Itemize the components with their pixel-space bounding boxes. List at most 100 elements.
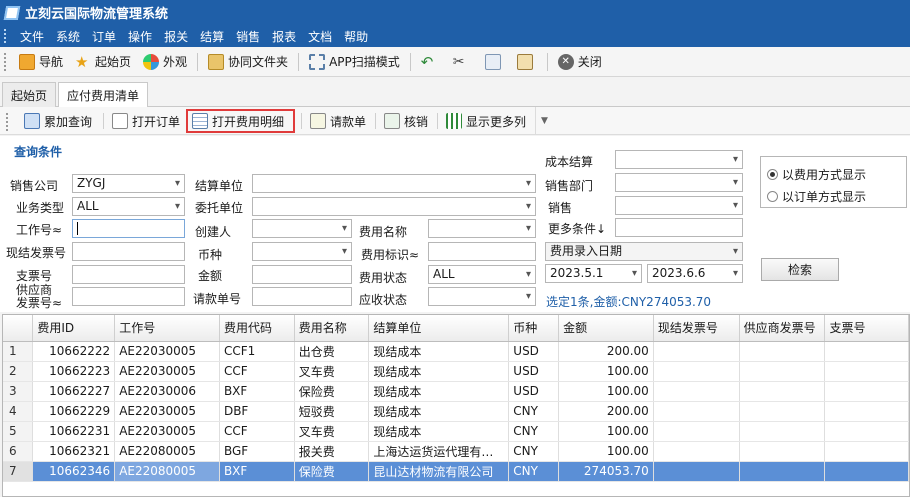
table-row[interactable]: 4 10662229 AE22030005 DBF 短驳费 现结成本 CNY 200.00 (3, 401, 909, 422)
col-cash-invoice[interactable]: 现结发票号 (653, 315, 740, 342)
app-scan-button[interactable]: APP扫描模式 (303, 50, 406, 74)
cell-fee-code[interactable]: BGF (219, 441, 295, 462)
menu-settlement[interactable]: 结算 (194, 28, 230, 45)
cell-job-no[interactable]: AE22080005 (114, 441, 220, 462)
cell-fee-id[interactable]: 10662223 (32, 361, 116, 382)
more-conditions-label[interactable]: 更多条件↓ (548, 220, 606, 237)
col-row-number[interactable] (3, 315, 34, 342)
cell-row-number[interactable]: 2 (3, 361, 34, 382)
settle-unit-select[interactable] (252, 174, 536, 193)
cell-check-no[interactable] (824, 421, 909, 442)
cell-amount[interactable]: 274053.70 (558, 461, 654, 482)
date-type-select[interactable]: 费用录入日期 (545, 242, 743, 261)
cell-settle-unit[interactable]: 现结成本 (368, 361, 510, 382)
radio-by-order[interactable]: 以订单方式显示 (767, 188, 866, 205)
cell-currency[interactable]: CNY (508, 401, 560, 422)
cell-supplier-invoice[interactable] (739, 461, 826, 482)
cell-fee-id[interactable]: 10662222 (32, 341, 116, 362)
cell-supplier-invoice[interactable] (739, 381, 826, 402)
table-row[interactable]: 7 10662346 AE22080005 BXF 保险费 昆山达材物流有限公司 CNY 27… (3, 461, 909, 482)
menu-document[interactable]: 文档 (302, 28, 338, 45)
cell-job-no[interactable]: AE22030006 (114, 381, 220, 402)
cell-row-number[interactable]: 3 (3, 381, 34, 402)
menu-operation[interactable]: 操作 (122, 28, 158, 45)
verify-button[interactable]: 核销 (380, 109, 432, 133)
cell-fee-code[interactable]: CCF (219, 361, 295, 382)
cell-settle-unit[interactable]: 上海达运货运代理有… (368, 441, 510, 462)
cost-settle-select[interactable] (615, 150, 743, 169)
cell-fee-name[interactable]: 叉车费 (294, 421, 370, 442)
cell-settle-unit[interactable]: 现结成本 (368, 381, 510, 402)
sales-company-select[interactable]: ZYGJ (72, 174, 185, 193)
cell-row-number[interactable]: 1 (3, 341, 34, 362)
paste-button[interactable] (511, 50, 543, 74)
col-fee-name[interactable]: 费用名称 (294, 315, 370, 342)
col-fee-code[interactable]: 费用代码 (219, 315, 295, 342)
cell-fee-id[interactable]: 10662346 (32, 461, 116, 482)
sales-dept-select[interactable] (615, 173, 743, 192)
cell-settle-unit[interactable]: 现结成本 (368, 421, 510, 442)
tab-payable-list[interactable]: 应付费用清单 (58, 82, 149, 108)
col-fee-id[interactable]: 费用ID (32, 315, 116, 342)
open-fee-detail-button[interactable]: 打开费用明细 (186, 109, 295, 133)
cell-settle-unit[interactable]: 现结成本 (368, 401, 510, 422)
cell-fee-name[interactable]: 报关费 (294, 441, 370, 462)
sales-select[interactable] (615, 196, 743, 215)
check-no-input[interactable] (72, 265, 185, 284)
cell-cash-invoice[interactable] (653, 341, 740, 362)
cell-fee-id[interactable]: 10662321 (32, 441, 116, 462)
supplier-invoice-input[interactable] (72, 287, 185, 306)
fee-status-select[interactable]: ALL (428, 265, 536, 284)
menu-system[interactable]: 系统 (50, 28, 86, 45)
cell-currency[interactable]: USD (508, 361, 560, 382)
cell-cash-invoice[interactable] (653, 421, 740, 442)
cell-row-number[interactable]: 5 (3, 421, 34, 442)
receivable-status-select[interactable] (428, 287, 536, 306)
cell-fee-code[interactable]: BXF (219, 461, 295, 482)
cell-fee-name[interactable]: 出仓费 (294, 341, 370, 362)
cell-cash-invoice[interactable] (653, 461, 740, 482)
menu-help[interactable]: 帮助 (338, 28, 374, 45)
cell-amount[interactable]: 100.00 (558, 361, 654, 382)
cell-row-number[interactable]: 6 (3, 441, 34, 462)
cell-amount[interactable]: 200.00 (558, 401, 654, 422)
cell-fee-name[interactable]: 保险费 (294, 381, 370, 402)
cell-check-no[interactable] (824, 441, 909, 462)
copy-button[interactable] (479, 50, 511, 74)
col-amount[interactable]: 金额 (558, 315, 654, 342)
col-check-no[interactable]: 支票号 (824, 315, 909, 342)
amount-input[interactable] (252, 265, 352, 284)
cash-invoice-input[interactable] (72, 242, 185, 261)
cell-amount[interactable]: 100.00 (558, 421, 654, 442)
cell-currency[interactable]: USD (508, 381, 560, 402)
cell-amount[interactable]: 100.00 (558, 441, 654, 462)
cell-job-no[interactable]: AE22030005 (114, 421, 220, 442)
cell-fee-id[interactable]: 10662231 (32, 421, 116, 442)
invoice-request-button[interactable]: 请款单 (306, 109, 370, 133)
cell-fee-code[interactable]: DBF (219, 401, 295, 422)
cell-fee-name[interactable]: 保险费 (294, 461, 370, 482)
cell-fee-code[interactable]: CCF (219, 421, 295, 442)
close-button[interactable]: ✕ 关闭 (552, 50, 608, 74)
cell-job-no[interactable]: AE22030005 (114, 401, 220, 422)
open-order-button[interactable]: 打开订单 (108, 109, 184, 133)
menu-report[interactable]: 报表 (266, 28, 302, 45)
action-bar-more-dropdown[interactable]: ▼ (535, 107, 553, 135)
cell-job-no[interactable]: AE22030005 (114, 361, 220, 382)
cell-fee-name[interactable]: 叉车费 (294, 361, 370, 382)
date-to-picker[interactable]: 2023.6.6 (647, 264, 743, 283)
cell-currency[interactable]: CNY (508, 421, 560, 442)
col-job-no[interactable]: 工作号 (114, 315, 220, 342)
table-row[interactable]: 2 10662223 AE22030005 CCF 叉车费 现结成本 USD 100.00 (3, 361, 909, 382)
date-from-picker[interactable]: 2023.5.1 (545, 264, 642, 283)
fee-flag-input[interactable] (428, 242, 536, 261)
cell-amount[interactable]: 200.00 (558, 341, 654, 362)
cell-supplier-invoice[interactable] (739, 341, 826, 362)
cell-fee-code[interactable]: CCF1 (219, 341, 295, 362)
col-currency[interactable]: 币种 (508, 315, 560, 342)
show-more-columns-button[interactable]: 显示更多列 (442, 109, 530, 133)
appearance-button[interactable]: 外观 (137, 50, 193, 74)
cell-check-no[interactable] (824, 461, 909, 482)
cell-row-number[interactable]: 4 (3, 401, 34, 422)
cell-cash-invoice[interactable] (653, 361, 740, 382)
